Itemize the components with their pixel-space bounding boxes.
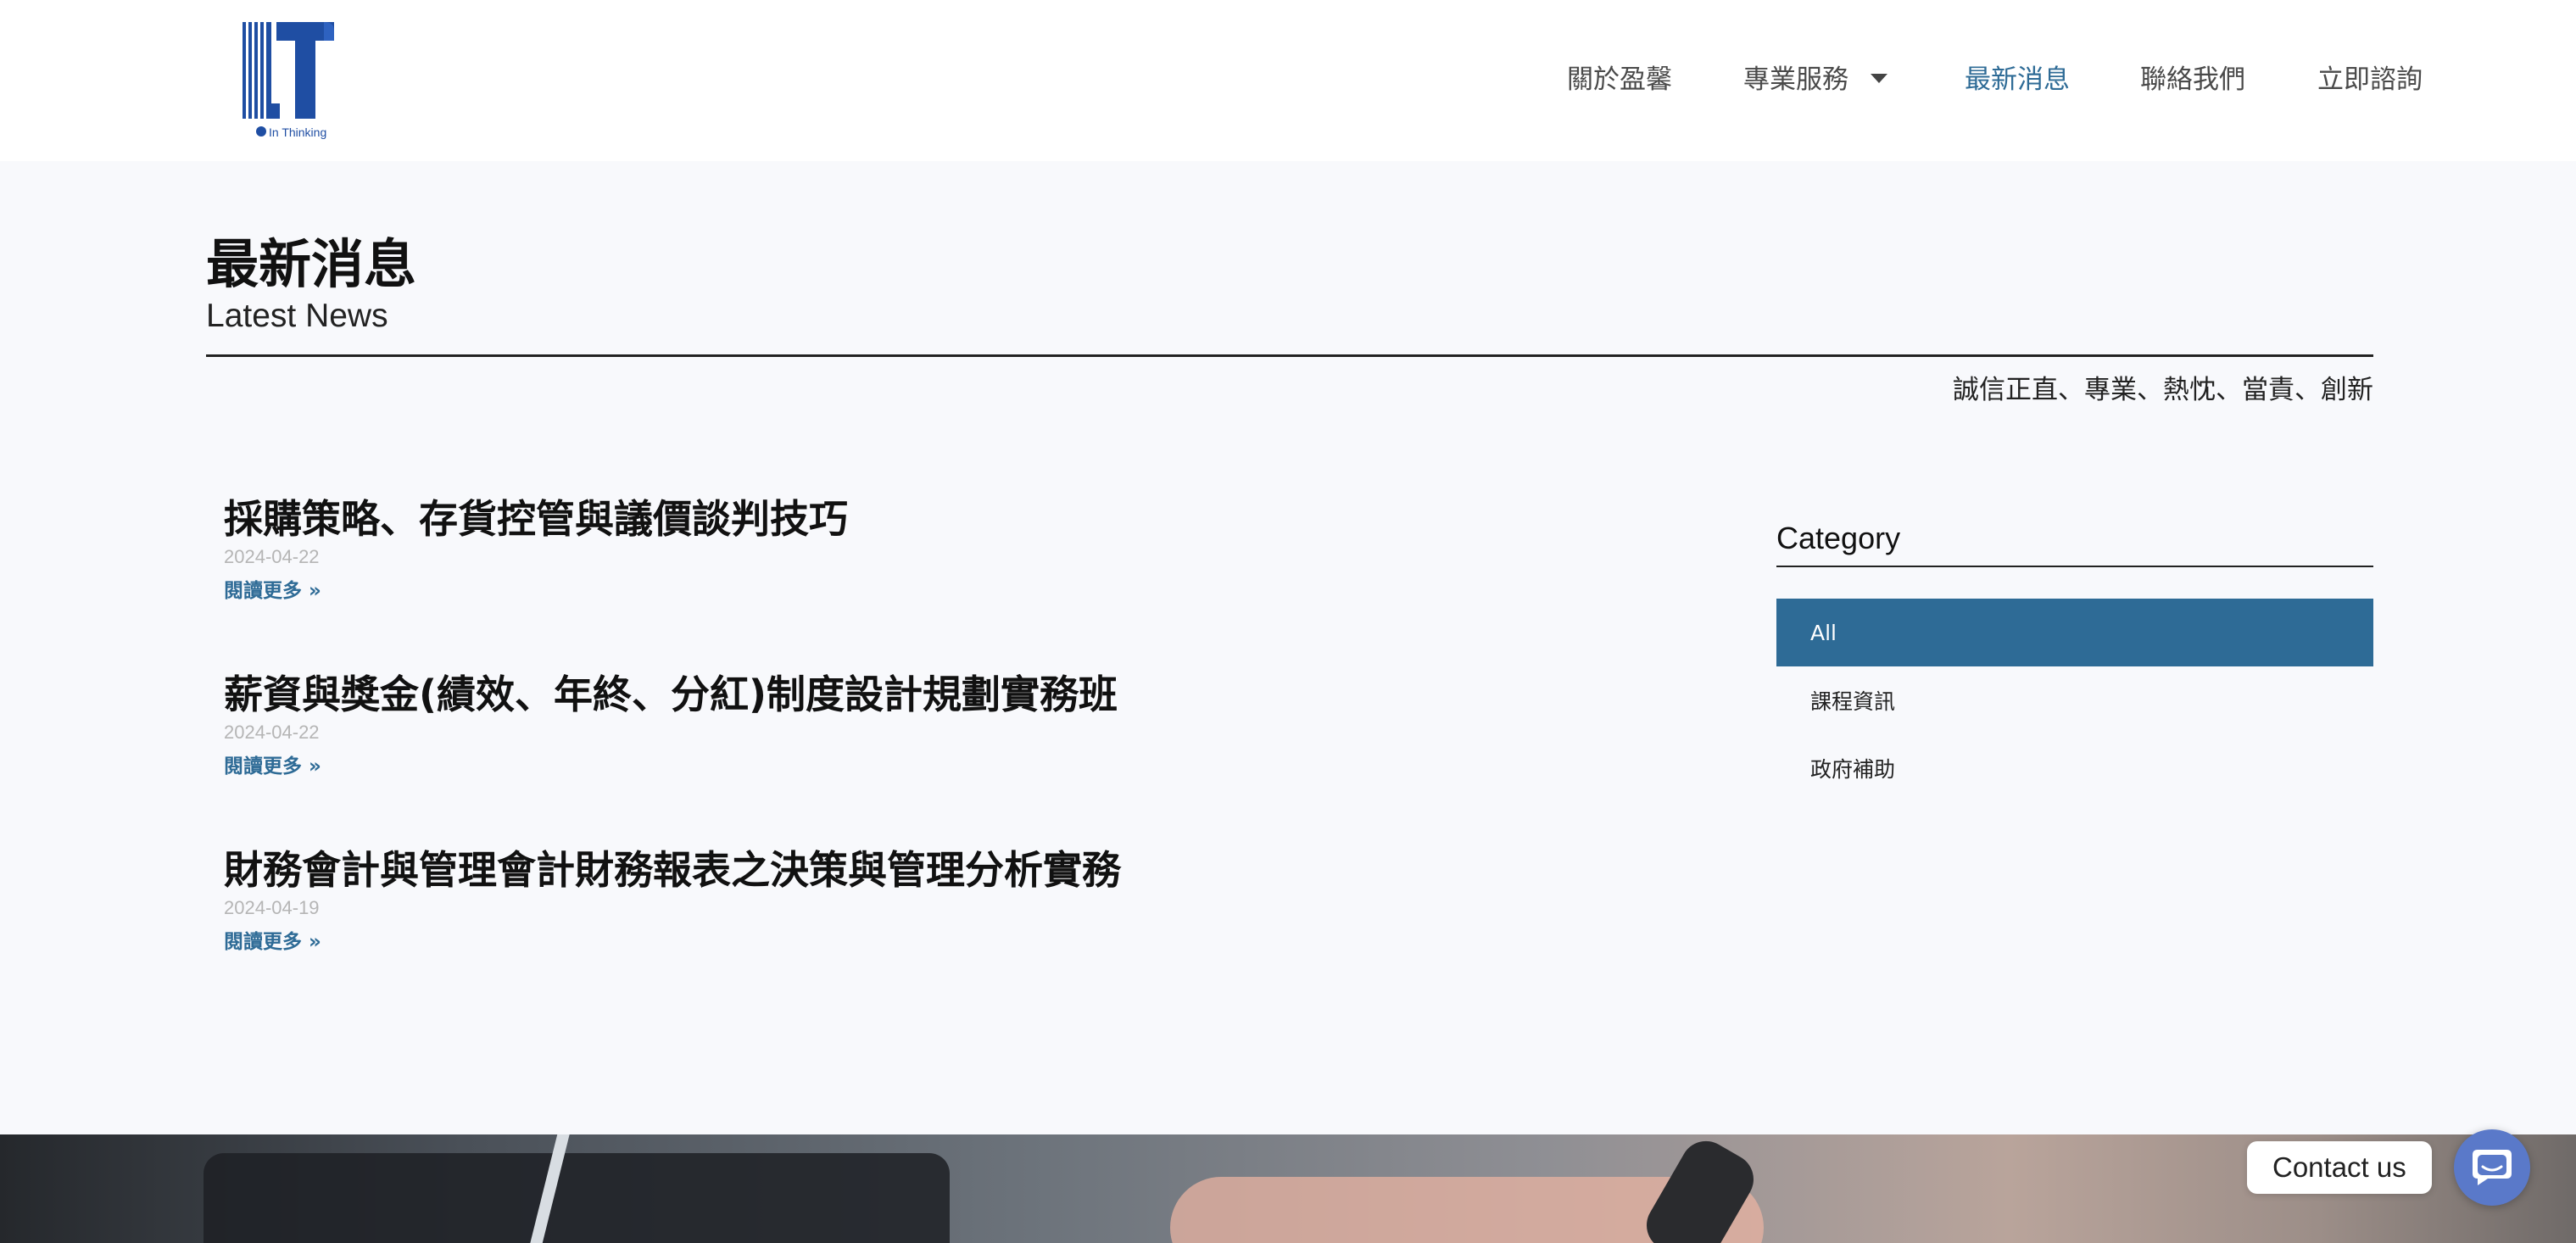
- footer-banner-image: [0, 1134, 2576, 1243]
- post-date: 2024-04-22: [224, 722, 320, 743]
- read-more-link[interactable]: 閱讀更多 »: [224, 752, 1118, 781]
- site-header: In Thinking 關於盈馨 專業服務 最新消息 聯絡我們 立即諮詢: [0, 0, 2576, 161]
- page-subtitle: Latest News: [206, 298, 388, 334]
- post-date: 2024-04-19: [224, 897, 320, 918]
- chat-icon: [2473, 1150, 2512, 1185]
- read-more-link[interactable]: 閱讀更多 »: [224, 928, 1121, 956]
- site-logo[interactable]: In Thinking: [239, 19, 337, 142]
- nav-item-consult[interactable]: 立即諮詢: [2317, 61, 2423, 98]
- category-divider: [1776, 566, 2373, 567]
- nav-item-services-label: 專業服務: [1743, 64, 1848, 95]
- read-more-link[interactable]: 閱讀更多 »: [224, 577, 848, 605]
- post-title[interactable]: 財務會計與管理會計財務報表之決策與管理分析實務: [224, 844, 1121, 895]
- page-title: 最新消息: [206, 233, 417, 295]
- news-post: 薪資與獎金(績效、年終、分紅)制度設計規劃實務班 2024-04-22 閱讀更多…: [224, 669, 1118, 781]
- news-post: 財務會計與管理會計財務報表之決策與管理分析實務 2024-04-19 閱讀更多 …: [224, 844, 1121, 956]
- post-date: 2024-04-22: [224, 546, 320, 567]
- category-heading: Category: [1776, 521, 1901, 555]
- category-item-courses[interactable]: 課程資訊: [1776, 666, 2373, 734]
- logo-text: In Thinking: [269, 125, 326, 139]
- title-divider: [206, 354, 2373, 357]
- nav-item-news[interactable]: 最新消息: [1965, 61, 2070, 98]
- nav-item-about[interactable]: 關於盈馨: [1567, 61, 1672, 98]
- category-item-all[interactable]: All: [1776, 599, 2373, 666]
- contact-chat-button[interactable]: [2454, 1129, 2530, 1206]
- news-post: 採購策略、存貨控管與議價談判技巧 2024-04-22 閱讀更多 »: [224, 493, 848, 605]
- post-title[interactable]: 薪資與獎金(績效、年終、分紅)制度設計規劃實務班: [224, 669, 1118, 720]
- contact-us-label[interactable]: Contact us: [2247, 1141, 2432, 1194]
- nav-item-services[interactable]: 專業服務: [1743, 61, 1887, 98]
- nav-item-contact[interactable]: 聯絡我們: [2140, 61, 2245, 98]
- company-values: 誠信正直、專業、熱忱、當責、創新: [1953, 375, 2373, 405]
- category-item-subsidy[interactable]: 政府補助: [1776, 734, 2373, 802]
- chevron-down-icon[interactable]: [1871, 74, 1887, 83]
- post-title[interactable]: 採購策略、存貨控管與議價談判技巧: [224, 493, 848, 544]
